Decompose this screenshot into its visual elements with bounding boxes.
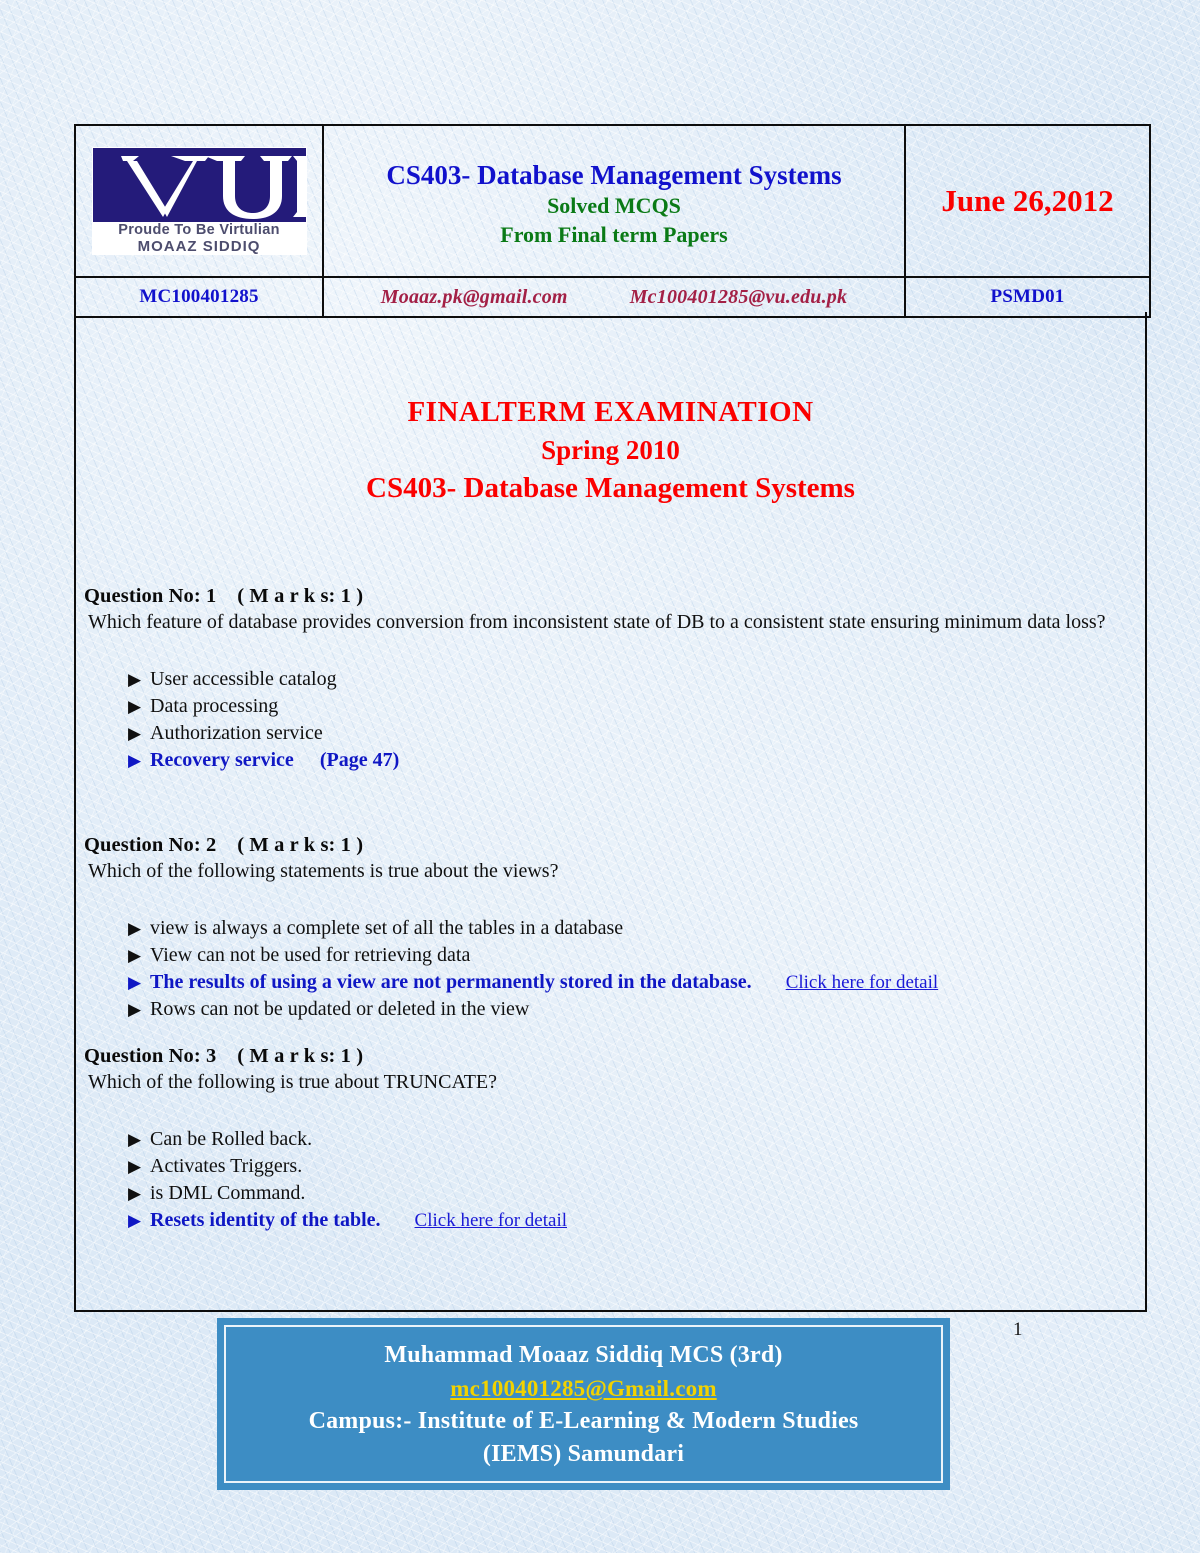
header-paper-code: PSMD01 (990, 286, 1065, 307)
option[interactable]: ▶ view is always a complete set of all th… (128, 915, 1129, 942)
option-label: Authorization service (150, 722, 323, 744)
vu-logo-mark-icon (92, 148, 306, 222)
option-label: view is always a complete set of all the… (150, 917, 624, 939)
header-title-cell: CS403- Database Management Systems Solve… (322, 124, 906, 278)
triangle-bullet-icon: ▶ (128, 724, 142, 743)
question-text: Which of the following is true about TRU… (88, 1071, 498, 1093)
header-top-row: Proude To Be Virtulian MOAAZ SIDDIQ CS40… (74, 124, 1151, 278)
option-label: Activates Triggers. (150, 1155, 303, 1177)
option-label: Data processing (150, 695, 279, 717)
option[interactable]: ▶ Can be Rolled back. (128, 1126, 1129, 1153)
header-email-secondary[interactable]: Mc100401285@vu.edu.pk (630, 286, 848, 309)
option-page-reference: (Page 47) (319, 749, 400, 771)
triangle-bullet-icon: ▶ (128, 670, 142, 689)
header-logo-cell: Proude To Be Virtulian MOAAZ SIDDIQ (74, 124, 324, 278)
question-options: ▶ view is always a complete set of all th… (84, 915, 1129, 1023)
option-label: View can not be used for retrieving data (150, 944, 471, 966)
document-page: Proude To Be Virtulian MOAAZ SIDDIQ CS40… (0, 0, 1200, 1553)
vu-logo-tagline-2: MOAAZ SIDDIQ (137, 238, 261, 255)
triangle-bullet-icon: ▶ (128, 1157, 142, 1176)
footer-credit-box: Muhammad Moaaz Siddiq MCS (3rd) mc100401… (217, 1318, 950, 1490)
option[interactable]: ▶ is DML Command. (128, 1180, 1129, 1207)
exam-title-block: FINALTERM EXAMINATION Spring 2010 CS403-… (74, 393, 1147, 507)
question-heading: Question No: 2 ( M a r k s: 1 ) (84, 834, 364, 856)
triangle-bullet-icon: ▶ (128, 1000, 142, 1019)
question-text: Which feature of database provides conve… (88, 611, 1106, 633)
footer-campus-line-1: Campus:- Institute of E-Learning & Moder… (308, 1408, 859, 1434)
question-block: Question No: 3 ( M a r k s: 1 ) Which of… (84, 1043, 1129, 1234)
header-table: Proude To Be Virtulian MOAAZ SIDDIQ CS40… (74, 124, 1151, 318)
questions-list: Question No: 1 ( M a r k s: 1 ) Which fe… (84, 583, 1129, 1254)
question-spacer (84, 774, 1129, 832)
option-label: The results of using a view are not perm… (150, 971, 752, 993)
footer-author-name: Muhammad Moaaz Siddiq MCS (3rd) (384, 1342, 783, 1368)
vu-logo: Proude To Be Virtulian MOAAZ SIDDIQ (91, 147, 307, 255)
option-label: is DML Command. (150, 1182, 306, 1204)
option-label: Resets identity of the table. (150, 1209, 381, 1231)
triangle-bullet-icon: ▶ (128, 919, 142, 938)
header-roll-number: MC100401285 (139, 286, 259, 307)
header-date: June 26,2012 (941, 183, 1114, 218)
triangle-bullet-icon: ▶ (128, 697, 142, 716)
page-number: 1 (1013, 1319, 1023, 1340)
exam-title-line-1: FINALTERM EXAMINATION (407, 396, 814, 428)
option-label: Recovery service (150, 749, 294, 771)
question-block: Question No: 2 ( M a r k s: 1 ) Which of… (84, 832, 1129, 1023)
question-spacer (84, 1234, 1129, 1254)
option[interactable]: ▶ Authorization service (128, 720, 1129, 747)
triangle-bullet-icon: ▶ (128, 1184, 142, 1203)
question-text: Which of the following statements is tru… (88, 860, 559, 882)
option-label: Rows can not be updated or deleted in th… (150, 998, 530, 1020)
question-block: Question No: 1 ( M a r k s: 1 ) Which fe… (84, 583, 1129, 774)
header-email-cell: Moaaz.pk@gmail.com Mc100401285@vu.edu.pk (322, 276, 906, 318)
option-correct[interactable]: ▶ Recovery service (Page 47) (128, 747, 1129, 774)
option[interactable]: ▶ User accessible catalog (128, 666, 1129, 693)
footer-inner-frame: Muhammad Moaaz Siddiq MCS (3rd) mc100401… (224, 1325, 943, 1483)
option[interactable]: ▶ Activates Triggers. (128, 1153, 1129, 1180)
option-correct[interactable]: ▶ Resets identity of the table. Click here… (128, 1207, 1129, 1234)
exam-title-line-2: Spring 2010 (541, 435, 680, 465)
header-date-cell: June 26,2012 (904, 124, 1151, 278)
click-here-for-detail-link[interactable]: Click here for detail (786, 969, 938, 996)
header-bottom-row: MC100401285 Moaaz.pk@gmail.com Mc1004012… (74, 276, 1151, 318)
option[interactable]: ▶ View can not be used for retrieving dat… (128, 942, 1129, 969)
option[interactable]: ▶ Rows can not be updated or deleted in t… (128, 996, 1129, 1023)
triangle-bullet-icon: ▶ (128, 946, 142, 965)
header-email-primary[interactable]: Moaaz.pk@gmail.com (381, 286, 568, 309)
triangle-bullet-icon: ▶ (128, 973, 142, 992)
click-here-for-detail-link[interactable]: Click here for detail (415, 1207, 567, 1234)
footer-campus-line-2: (IEMS) Samundari (482, 1441, 685, 1467)
question-spacer (84, 1023, 1129, 1043)
question-options: ▶ Can be Rolled back. ▶ Activates Triggers.… (84, 1126, 1129, 1234)
option-correct[interactable]: ▶ The results of using a view are not per… (128, 969, 1129, 996)
triangle-bullet-icon: ▶ (128, 1211, 142, 1230)
question-options: ▶ User accessible catalog ▶ Data processing… (84, 666, 1129, 774)
triangle-bullet-icon: ▶ (128, 1130, 142, 1149)
triangle-bullet-icon: ▶ (128, 751, 142, 770)
exam-title-line-3: CS403- Database Management Systems (366, 472, 855, 504)
header-roll-cell: MC100401285 (74, 276, 324, 318)
header-subtitle-2: From Final term Papers (500, 222, 728, 247)
option-label: User accessible catalog (150, 668, 337, 690)
question-heading: Question No: 1 ( M a r k s: 1 ) (84, 585, 364, 607)
question-heading: Question No: 3 ( M a r k s: 1 ) (84, 1045, 364, 1067)
header-course-title: CS403- Database Management Systems (386, 160, 842, 190)
header-paper-code-cell: PSMD01 (904, 276, 1151, 318)
option[interactable]: ▶ Data processing (128, 693, 1129, 720)
vu-logo-tagline-1: Proude To Be Virtulian (118, 222, 280, 238)
option-label: Can be Rolled back. (150, 1128, 313, 1150)
header-subtitle-1: Solved MCQS (547, 193, 681, 218)
footer-email-link[interactable]: mc100401285@Gmail.com (226, 1372, 941, 1405)
